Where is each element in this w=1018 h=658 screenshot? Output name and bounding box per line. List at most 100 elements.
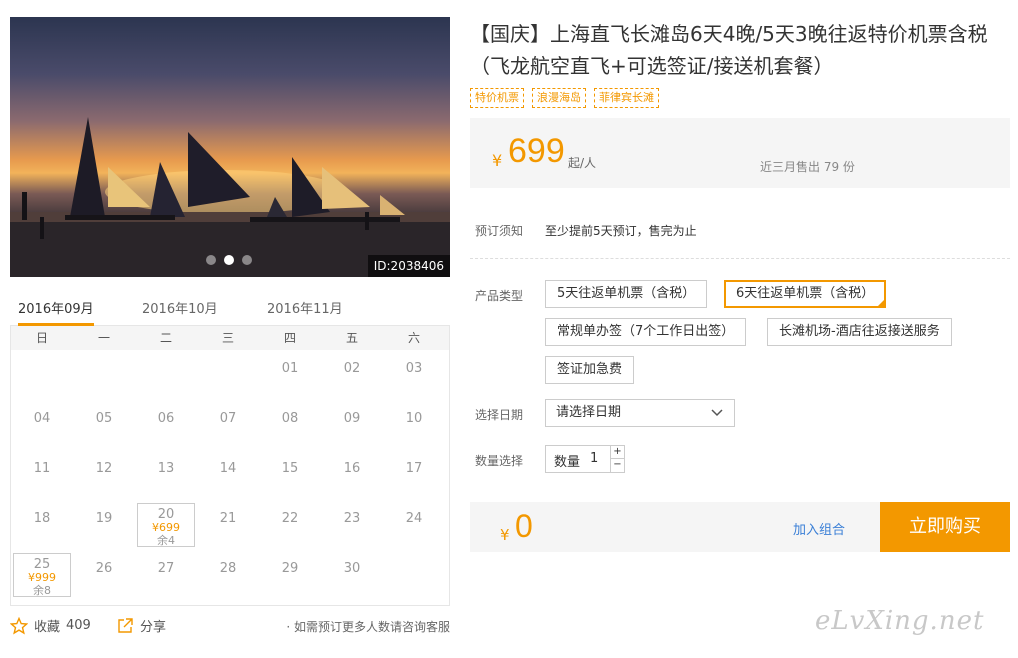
date-select-placeholder: 请选择日期	[556, 405, 622, 420]
calendar-day: 29	[261, 553, 319, 597]
tag-badge[interactable]: 特价机票	[470, 88, 524, 108]
weekday-label: 五	[345, 331, 358, 345]
tab-month-2016-09[interactable]: 2016年09月	[18, 298, 94, 326]
calendar-day-number: 21	[219, 511, 237, 526]
image-id-label: ID:2038406	[367, 255, 450, 277]
calendar-day: 06	[137, 403, 195, 447]
quantity-stepper: 数量 1 + −	[545, 445, 625, 473]
calendar-day-number: 13	[157, 461, 175, 476]
calendar-day: 23	[323, 503, 381, 547]
calendar-day-available[interactable]: 20 ¥699 余4	[137, 503, 195, 547]
quantity-inner-label: 数量	[554, 455, 581, 470]
calendar-day: 19	[75, 503, 133, 547]
notice-text: 至少提前5天预订，售完为止	[545, 224, 697, 238]
calendar-day: 26	[75, 553, 133, 597]
calendar-day-number: 12	[95, 461, 113, 476]
total-amount: 0	[515, 508, 533, 544]
carousel-dot[interactable]	[242, 255, 252, 265]
calendar-day: 17	[385, 453, 443, 497]
calendar-day-number: 26	[95, 561, 113, 576]
carousel-dot-active[interactable]	[224, 255, 234, 265]
share-button[interactable]: 分享	[116, 616, 166, 635]
quantity-value[interactable]: 1	[590, 451, 598, 466]
favorite-button[interactable]: 收藏 409	[10, 616, 91, 635]
price-panel: ¥ 699 起/人 近三月售出 79 份	[470, 118, 1010, 188]
calendar-day-remaining: 余8	[33, 584, 51, 597]
weekday-label: 三	[221, 331, 234, 345]
calendar-day: 22	[261, 503, 319, 547]
calendar-day-number: 17	[405, 461, 423, 476]
favorite-count: 409	[66, 618, 91, 633]
calendar-day-available[interactable]: 25 ¥999 余8	[13, 553, 71, 597]
calendar-day-price: ¥999	[28, 571, 56, 584]
calendar-day-price: ¥699	[152, 521, 180, 534]
calendar-day: 30	[323, 553, 381, 597]
product-photo[interactable]: ID:2038406	[10, 17, 450, 277]
tab-month-2016-11[interactable]: 2016年11月	[267, 298, 343, 326]
buy-now-button[interactable]: 立即购买	[880, 502, 1010, 552]
calendar-day-number: 16	[343, 461, 361, 476]
option-5day-ticket[interactable]: 5天往返单机票（含税）	[545, 280, 708, 308]
option-6day-ticket[interactable]: 6天往返单机票（含税）	[724, 280, 887, 308]
calendar-day-number: 28	[219, 561, 237, 576]
date-select[interactable]: 请选择日期	[545, 399, 735, 427]
calendar-day: 01	[261, 353, 319, 397]
price-unit: 起/人	[568, 156, 597, 170]
calendar-day: 05	[75, 403, 133, 447]
month-tabs: 2016年09月 2016年10月 2016年11月	[10, 292, 450, 326]
add-to-combo-link[interactable]: 加入组合	[793, 519, 845, 538]
more-people-note: · 如需预订更多人数请咨询客服	[286, 620, 450, 634]
product-tags: 特价机票 浪漫海岛 菲律宾长滩	[470, 88, 659, 108]
option-airport-transfer[interactable]: 长滩机场-酒店往返接送服务	[767, 318, 952, 346]
calendar-day: 16	[323, 453, 381, 497]
checkout-bar: ¥ 0 加入组合 立即购买	[470, 502, 1010, 552]
tag-badge[interactable]: 浪漫海岛	[532, 88, 586, 108]
calendar-day: 18	[13, 503, 71, 547]
calendar-day: 02	[323, 353, 381, 397]
calendar-day: 09	[323, 403, 381, 447]
sold-count: 近三月售出 79 份	[760, 160, 855, 174]
increment-button[interactable]: +	[610, 446, 624, 459]
calendar-day-number: 10	[405, 411, 423, 426]
calendar-day-number: 09	[343, 411, 361, 426]
calendar-day-number: 05	[95, 411, 113, 426]
action-bar: 收藏 409 分享 · 如需预订更多人数请咨询客服	[10, 616, 450, 638]
calendar-day-number: 29	[281, 561, 299, 576]
calendar-day: 21	[199, 503, 257, 547]
tag-badge[interactable]: 菲律宾长滩	[594, 88, 659, 108]
calendar-day-number: 30	[343, 561, 361, 576]
weekday-label: 日	[35, 331, 48, 345]
calendar-day: 04	[13, 403, 71, 447]
sunset-sailboats-image	[10, 117, 450, 277]
weekday-label: 二	[159, 331, 172, 345]
calendar-day-number: 18	[33, 511, 51, 526]
price-amount: 699	[508, 132, 565, 170]
calendar-day: 10	[385, 403, 443, 447]
carousel-dot[interactable]	[206, 255, 216, 265]
product-title: 【国庆】上海直飞长滩岛6天4晚/5天3晚往返特价机票含税（飞龙航空直飞+可选签证…	[470, 22, 988, 78]
chevron-down-icon	[710, 400, 724, 435]
calendar-day: 13	[137, 453, 195, 497]
calendar-day-number: 19	[95, 511, 113, 526]
calendar-day: 08	[261, 403, 319, 447]
calendar: 日 一 二 三 四 五 六 01 02 03 04 05 06 07 08 09 10 11 12 13…	[10, 326, 450, 606]
calendar-weekday-header: 日 一 二 三 四 五 六	[11, 326, 449, 350]
total-currency-symbol: ¥	[500, 526, 510, 544]
star-icon	[10, 616, 28, 634]
calendar-day-number: 11	[33, 461, 51, 476]
weekday-label: 六	[407, 331, 420, 345]
carousel-dots	[206, 255, 252, 265]
calendar-day-remaining: 余4	[157, 534, 175, 547]
option-visa-regular[interactable]: 常规单办签（7个工作日出签）	[545, 318, 747, 346]
tab-month-2016-10[interactable]: 2016年10月	[142, 298, 218, 326]
share-label: 分享	[140, 620, 167, 635]
share-icon	[118, 617, 133, 633]
calendar-day: 27	[137, 553, 195, 597]
quantity-label: 数量选择	[475, 454, 524, 468]
option-visa-express[interactable]: 签证加急费	[545, 356, 635, 384]
calendar-day: 14	[199, 453, 257, 497]
calendar-day-number: 04	[33, 411, 51, 426]
decrement-button[interactable]: −	[610, 459, 624, 472]
calendar-day: 11	[13, 453, 71, 497]
calendar-day-number: 27	[157, 561, 175, 576]
